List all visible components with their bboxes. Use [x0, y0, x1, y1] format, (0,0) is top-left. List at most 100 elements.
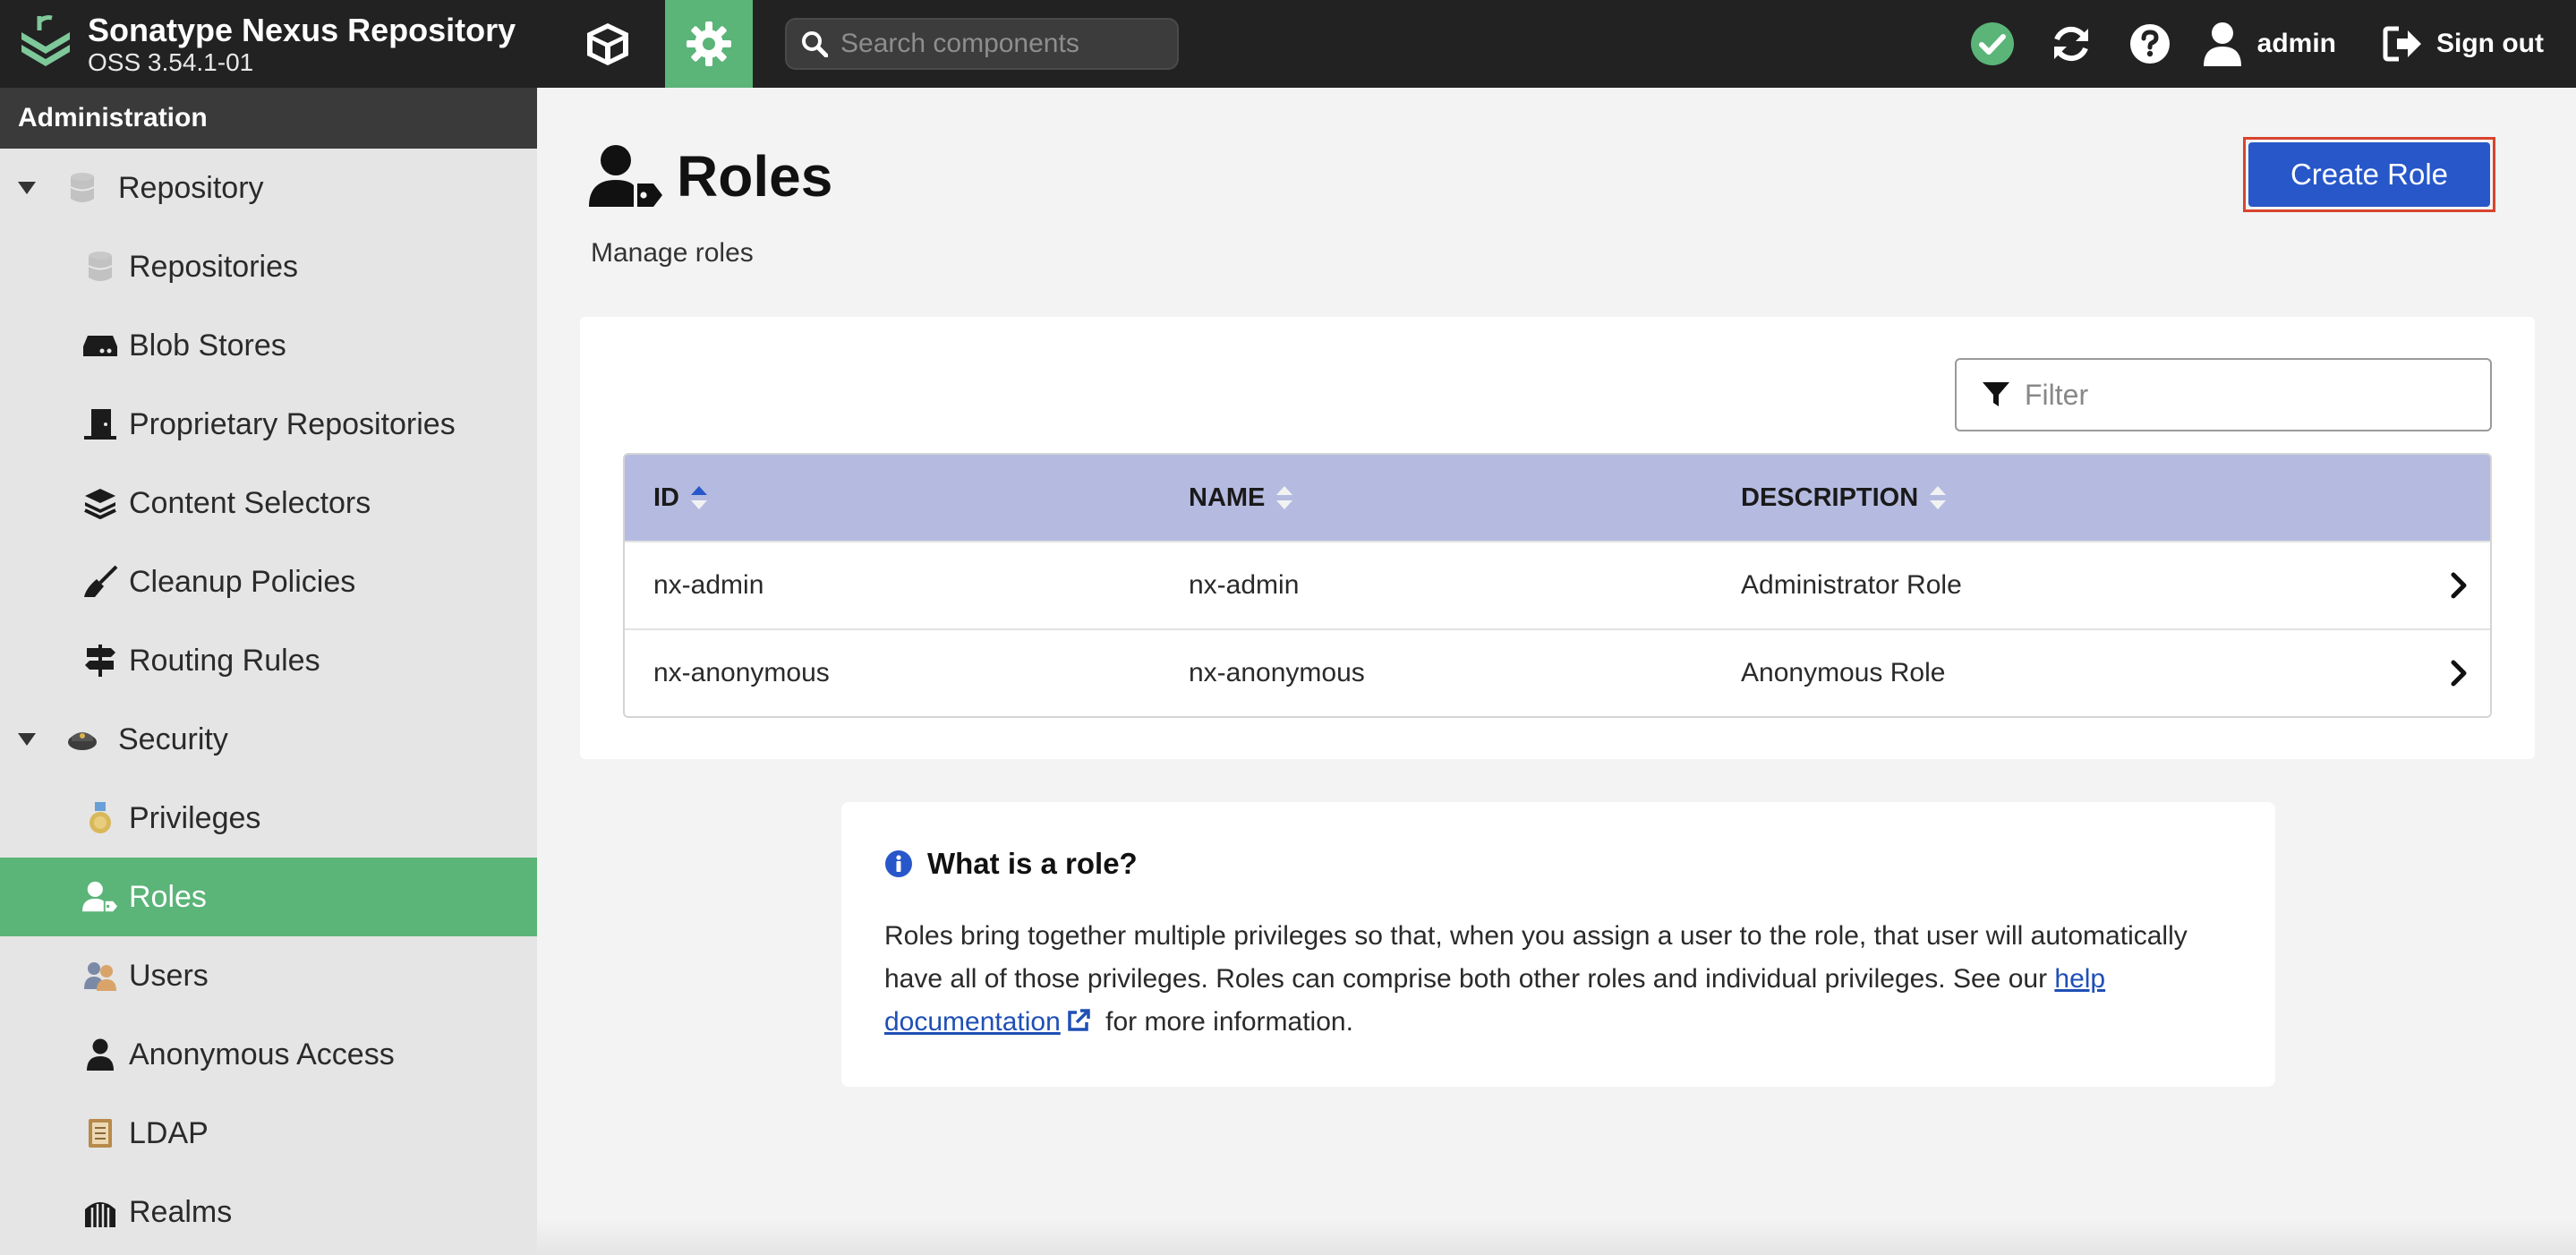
sidebar-item-label: Users [129, 958, 209, 993]
filter-icon [1983, 382, 2009, 406]
sort-icon [1930, 486, 1947, 509]
table-row[interactable]: nx-anonymous nx-anonymous Anonymous Role [625, 628, 2490, 716]
sidebar-item-label: Cleanup Policies [129, 564, 356, 599]
info-panel: What is a role? Roles bring together mul… [841, 802, 2275, 1087]
info-body: Roles bring together multiple privileges… [884, 921, 2188, 1037]
search-box[interactable] [785, 18, 1179, 70]
sidebar-item-anonymous-access[interactable]: Anonymous Access [0, 1015, 537, 1094]
user-icon [2203, 22, 2241, 66]
sidebar-item-label: Routing Rules [129, 643, 320, 678]
sidebar-item-routing-rules[interactable]: Routing Rules [0, 621, 537, 700]
create-role-button[interactable]: Create Role [2243, 137, 2495, 212]
database-icon [64, 170, 100, 206]
user-label: admin [2256, 29, 2337, 58]
bottom-shade [537, 1219, 2576, 1255]
sidebar-item-label: Blob Stores [129, 328, 286, 363]
cell-name: nx-anonymous [1189, 658, 1365, 687]
drive-icon [82, 328, 118, 363]
user-tag-icon [589, 145, 662, 207]
layers-icon [82, 485, 118, 521]
external-link-icon [1068, 1009, 1090, 1031]
search-icon [802, 31, 828, 57]
check-circle-icon [1970, 22, 2014, 65]
user-menu[interactable]: admin [2202, 21, 2336, 66]
broom-icon [82, 564, 118, 600]
page-subtitle: Manage roles [591, 238, 754, 268]
help-button[interactable] [2123, 17, 2177, 71]
sidebar-item-label: Roles [129, 879, 207, 914]
sidebar-item-content-selectors[interactable]: Content Selectors [0, 464, 537, 542]
sidebar-item-proprietary-repositories[interactable]: Proprietary Repositories [0, 385, 537, 464]
app-version: OSS 3.54.1-01 [88, 48, 254, 76]
cell-description: Administrator Role [1741, 570, 1962, 600]
sort-ascending-icon [691, 486, 707, 509]
caret-down-icon [18, 182, 38, 194]
page-title: Roles [589, 143, 832, 209]
cube-icon [587, 23, 628, 65]
browse-button[interactable] [564, 0, 652, 88]
user-icon [82, 1037, 118, 1072]
sidebar-item-label: Repository [118, 170, 264, 205]
administration-button[interactable] [665, 0, 753, 88]
sort-icon [1276, 486, 1293, 509]
user-tag-icon [82, 879, 118, 915]
sidebar-item-label: Content Selectors [129, 485, 371, 520]
refresh-icon [2053, 26, 2088, 62]
sign-out-button[interactable]: Sign out [2383, 25, 2544, 63]
gate-icon [82, 1194, 118, 1230]
sidebar-item-privileges[interactable]: Privileges [0, 779, 537, 858]
filter-box[interactable] [1955, 358, 2492, 431]
sidebar-item-realms[interactable]: Realms [0, 1173, 537, 1251]
column-header-name[interactable]: NAME [1189, 483, 1741, 513]
filter-input[interactable] [2025, 378, 2472, 412]
sidebar-item-users[interactable]: Users [0, 936, 537, 1015]
sidebar-item-label: LDAP [129, 1115, 209, 1150]
chevron-right-icon[interactable] [2427, 660, 2490, 687]
page-title-text: Roles [677, 144, 833, 209]
refresh-button[interactable] [2044, 17, 2098, 71]
info-icon [885, 850, 912, 877]
sidebar-item-cleanup-policies[interactable]: Cleanup Policies [0, 542, 537, 621]
sidebar-item-ldap[interactable]: LDAP [0, 1094, 537, 1173]
sidebar-group-security[interactable]: Security [0, 700, 537, 779]
gear-icon [687, 21, 731, 66]
system-status-button[interactable] [1966, 17, 2019, 71]
sidebar-item-label: Realms [129, 1194, 233, 1229]
users-icon [82, 958, 118, 994]
create-role-label: Create Role [2248, 142, 2490, 207]
caret-down-icon [18, 733, 38, 746]
chevron-right-icon[interactable] [2427, 572, 2490, 599]
cell-name: nx-admin [1189, 570, 1300, 600]
search-input[interactable] [840, 29, 1163, 59]
medal-icon [82, 800, 118, 836]
nexus-logo-icon [21, 15, 70, 66]
cell-description: Anonymous Role [1741, 658, 1946, 687]
signpost-icon [82, 643, 118, 679]
help-icon [2129, 24, 2170, 64]
sidebar-item-label: Anonymous Access [129, 1037, 395, 1071]
sidebar-item-repositories[interactable]: Repositories [0, 227, 537, 306]
roles-card: ID NAME DESCRIPTION nx-admin nx-admin Ad… [580, 317, 2535, 759]
sidebar-item-label: Repositories [129, 249, 298, 284]
cell-id: nx-admin [653, 570, 764, 600]
sidebar-item-label: Privileges [129, 800, 261, 835]
info-title: What is a role? [884, 847, 2232, 881]
sign-out-icon [2383, 26, 2422, 62]
cell-id: nx-anonymous [653, 658, 830, 687]
police-icon [64, 721, 100, 757]
table-row[interactable]: nx-admin nx-admin Administrator Role [625, 541, 2490, 628]
database-icon [82, 249, 118, 285]
door-icon [82, 406, 118, 442]
sidebar-header: Administration [0, 88, 537, 149]
roles-table: ID NAME DESCRIPTION nx-admin nx-admin Ad… [623, 453, 2492, 718]
sidebar-item-roles[interactable]: Roles [0, 858, 537, 936]
sidebar-item-blob-stores[interactable]: Blob Stores [0, 306, 537, 385]
brand[interactable]: Sonatype Nexus Repository OSS 3.54.1-01 [18, 13, 516, 77]
column-header-id[interactable]: ID [625, 483, 1189, 513]
table-header: ID NAME DESCRIPTION [625, 455, 2490, 541]
sidebar-item-label: Security [118, 721, 228, 756]
sidebar-group-repository[interactable]: Repository [0, 149, 537, 227]
app-name: Sonatype Nexus Repository [88, 12, 516, 48]
column-header-description[interactable]: DESCRIPTION [1741, 483, 2490, 513]
main-content: Roles Manage roles Create Role ID NAME [537, 88, 2576, 1255]
